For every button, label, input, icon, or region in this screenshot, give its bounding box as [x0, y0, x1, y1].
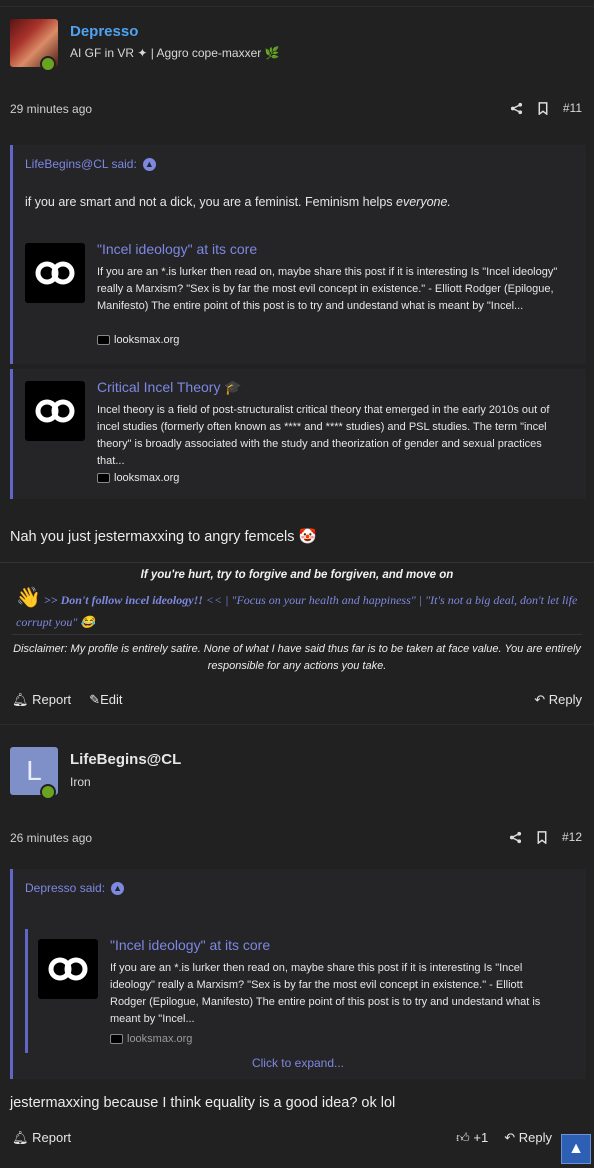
- looksmax-logo: [38, 939, 98, 999]
- link-embed[interactable]: Critical Incel Theory 🎓 Incel theory is …: [10, 369, 586, 499]
- edit-icon: ✎: [89, 692, 101, 707]
- chevron-up-icon: ▲: [568, 1140, 584, 1157]
- quote-text-plain: if you are smart and not a dick, you are…: [25, 195, 396, 209]
- post-11: Depresso AI GF in VR ✦ | Aggro cope-maxx…: [0, 6, 594, 723]
- bookmark-icon[interactable]: [536, 830, 548, 844]
- quote-block: LifeBegins@CL said: ▲ if you are smart a…: [10, 145, 586, 364]
- quote-author[interactable]: Depresso said: ▲: [25, 881, 125, 895]
- post-footer: 🔔︎ Report ✎Edit: [12, 692, 122, 708]
- site-icon: [97, 473, 110, 483]
- reply-button[interactable]: ↶ Reply: [534, 692, 582, 708]
- edit-button[interactable]: ✎Edit: [89, 692, 122, 708]
- up-arrow-icon[interactable]: ▲: [111, 881, 125, 895]
- wave-emoji: 👋: [16, 587, 41, 609]
- up-arrow-icon[interactable]: ▲: [142, 157, 156, 171]
- link-embed[interactable]: "Incel ideology" at its core If you are …: [10, 231, 586, 361]
- post-message: Nah you just jestermaxxing to angry femc…: [10, 529, 317, 545]
- embed-site-label: looksmax.org: [127, 1033, 193, 1045]
- post-12: L LifeBegins@CL Iron 26 minutes ago #12 …: [0, 724, 594, 1168]
- post-number[interactable]: #12: [562, 830, 582, 844]
- report-label: Report: [32, 1130, 72, 1145]
- username[interactable]: Depresso: [70, 23, 138, 40]
- like-button[interactable]: 👍︎ +1: [456, 1130, 488, 1146]
- embed-site-label: looksmax.org: [114, 472, 180, 484]
- post-message: jestermaxxing because I think equality i…: [10, 1095, 396, 1111]
- bookmark-icon[interactable]: [537, 101, 549, 115]
- post-footer-right: ↶ Reply: [534, 692, 582, 708]
- post-actions: #11: [510, 101, 582, 115]
- user-title: Iron: [70, 775, 91, 789]
- embed-title[interactable]: Critical Incel Theory 🎓: [97, 379, 242, 396]
- bell-icon: 🔔︎: [12, 692, 29, 707]
- share-icon[interactable]: [510, 102, 523, 115]
- quote-block: Depresso said: ▲ "Incel ideology" at its…: [10, 869, 586, 1079]
- bell-icon: 🔔︎: [12, 1130, 29, 1145]
- embed-body: Incel theory is a field of post-structur…: [97, 404, 550, 467]
- quote-author-label: Depresso said:: [25, 881, 106, 895]
- click-to-expand[interactable]: Click to expand...: [13, 1056, 583, 1070]
- report-button[interactable]: 🔔︎ Report: [12, 692, 71, 708]
- report-label: Report: [32, 692, 72, 707]
- post-actions: #12: [509, 830, 582, 844]
- looksmax-logo: [25, 243, 85, 303]
- edit-label: Edit: [100, 692, 123, 707]
- signature: If you're hurt, try to forgive and be fo…: [0, 562, 594, 633]
- online-indicator: [40, 784, 56, 800]
- signature-line-2: 👋 >> Don't follow incel ideology!! << | …: [16, 587, 586, 633]
- reply-icon: ↶: [504, 1130, 516, 1145]
- post-footer: 🔔︎ Report: [12, 1130, 71, 1146]
- quote-author[interactable]: LifeBegins@CL said: ▲: [25, 157, 156, 171]
- username[interactable]: LifeBegins@CL: [70, 751, 181, 768]
- post-date[interactable]: 29 minutes ago: [10, 102, 92, 116]
- embed-body: If you are an *.is lurker then read on, …: [97, 266, 558, 312]
- post-number[interactable]: #11: [563, 101, 582, 115]
- site-icon: [97, 335, 110, 345]
- signature-bold-text: >> Don't follow incel ideology!!: [43, 593, 206, 607]
- embed-site[interactable]: looksmax.org: [97, 472, 179, 484]
- online-indicator: [40, 56, 56, 72]
- embed-site[interactable]: looksmax.org: [110, 1033, 192, 1045]
- embed-body: If you are an *.is lurker then read on, …: [110, 962, 541, 1025]
- embed-title[interactable]: "Incel ideology" at its core: [110, 937, 270, 953]
- post-date[interactable]: 26 minutes ago: [10, 831, 92, 845]
- quote-author-label: LifeBegins@CL said:: [25, 157, 137, 171]
- share-icon[interactable]: [509, 831, 522, 844]
- thumbs-up-icon: 👍︎: [456, 1130, 470, 1145]
- post-footer-right: 👍︎ +1 ↶ Reply: [456, 1130, 552, 1146]
- disclaimer: Disclaimer: My profile is entirely satir…: [12, 634, 582, 675]
- quote-text-emphasis: everyone.: [396, 195, 451, 209]
- link-embed[interactable]: "Incel ideology" at its core If you are …: [25, 929, 571, 1053]
- reply-icon: ↶: [534, 692, 546, 707]
- reply-button[interactable]: ↶ Reply: [504, 1130, 552, 1146]
- signature-line-1: If you're hurt, try to forgive and be fo…: [140, 569, 454, 581]
- embed-site-label: looksmax.org: [114, 334, 180, 346]
- reply-label: Reply: [518, 1130, 552, 1145]
- like-count: +1: [473, 1130, 489, 1145]
- user-title: AI GF in VR ✦ | Aggro cope-maxxer 🌿: [70, 46, 280, 60]
- quote-text: if you are smart and not a dick, you are…: [25, 195, 451, 209]
- scroll-to-top-button[interactable]: ▲: [561, 1134, 591, 1164]
- report-button[interactable]: 🔔︎ Report: [12, 1130, 71, 1146]
- embed-site[interactable]: looksmax.org: [97, 334, 179, 346]
- reply-label: Reply: [548, 692, 582, 707]
- embed-title[interactable]: "Incel ideology" at its core: [97, 241, 257, 257]
- looksmax-logo: [25, 381, 85, 441]
- site-icon: [110, 1034, 123, 1044]
